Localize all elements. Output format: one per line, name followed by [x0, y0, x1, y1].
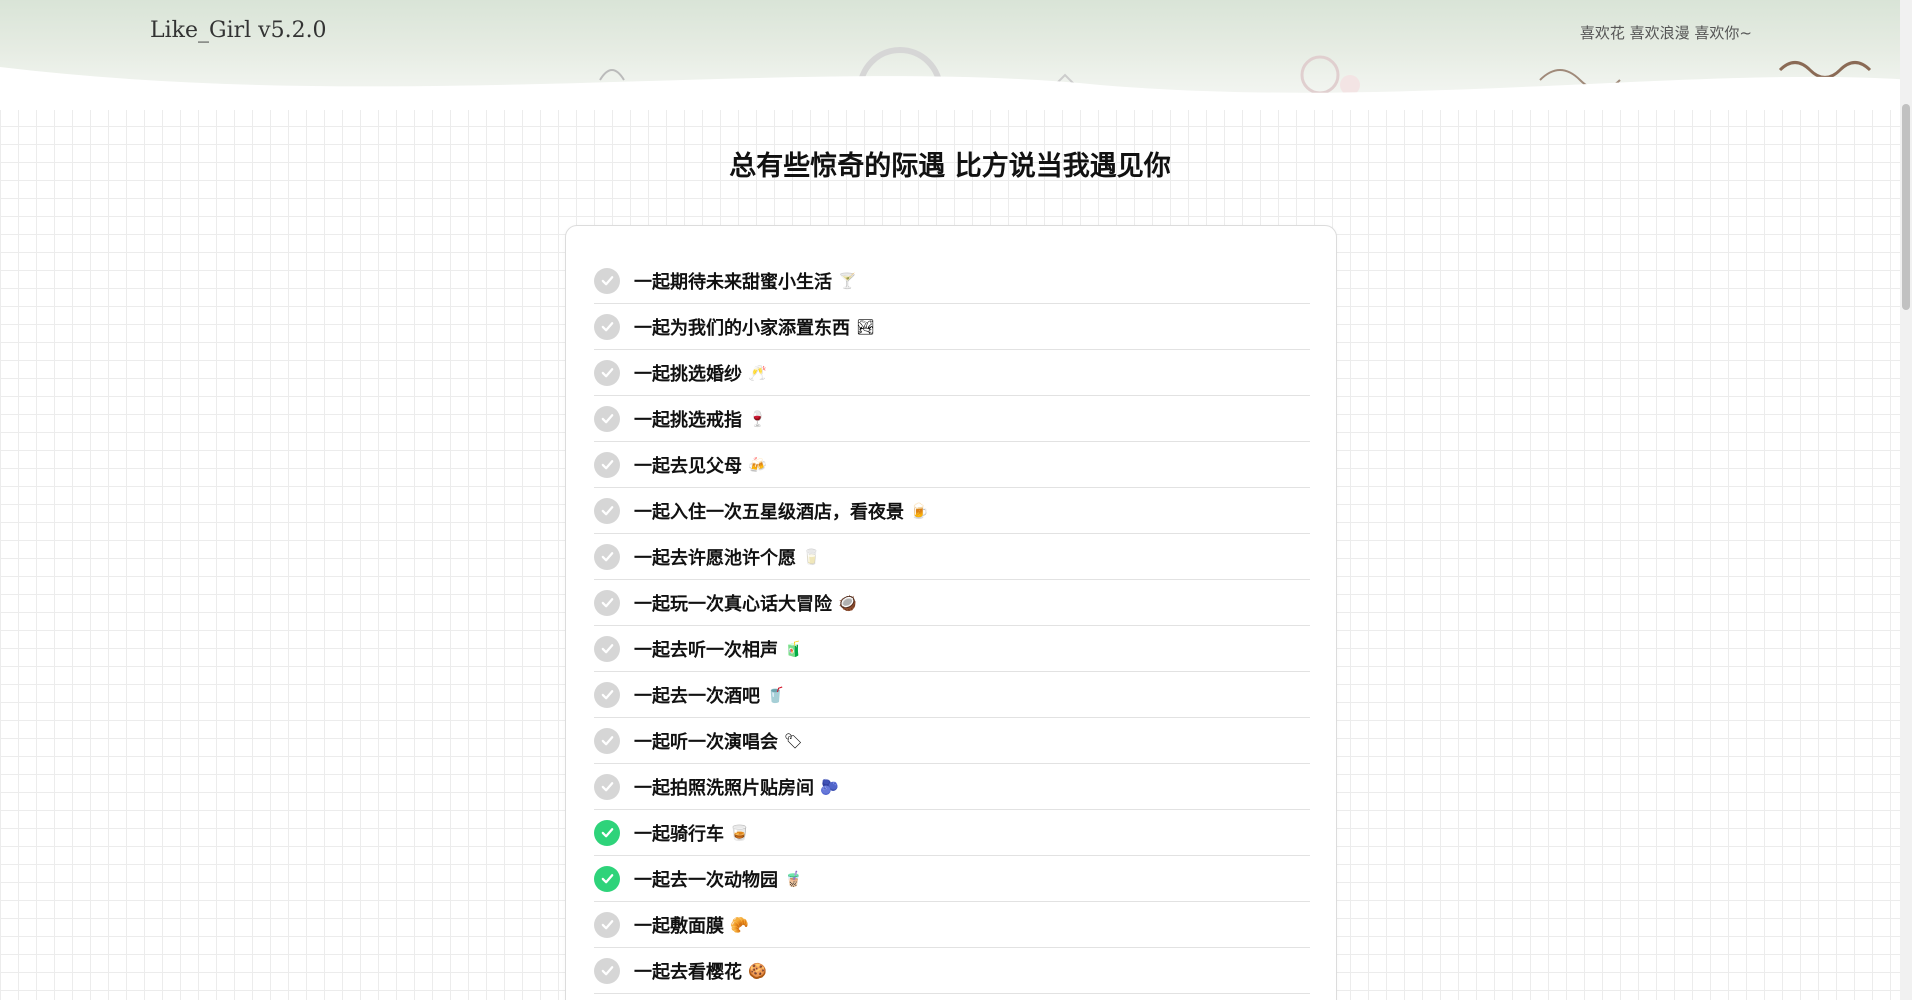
list-item[interactable]: 一起去许愿池许个愿 🥛: [594, 534, 1310, 580]
list-item-emoji: 🍸: [838, 271, 857, 290]
list-item-emoji: 🥂: [748, 363, 767, 382]
check-pending-icon: [594, 405, 620, 432]
list-item[interactable]: 一起去看樱花 🍪: [594, 948, 1310, 994]
list-item-emoji: 🍷: [748, 409, 767, 428]
list-item-text: 一起入住一次五星级酒店，看夜景: [634, 501, 904, 523]
check-pending-icon: [594, 911, 620, 938]
list-item-text: 一起去见父母: [634, 455, 742, 477]
list-item-text: 一起去一次酒吧: [634, 685, 760, 707]
header-wave: [0, 67, 1912, 110]
list-item-text: 一起挑选戒指: [634, 409, 742, 431]
list-item-text: 一起玩一次真心话大冒险: [634, 593, 832, 615]
list-item-emoji: 🏷: [784, 731, 804, 750]
list-item[interactable]: 一起去一次动物园 🧋: [594, 856, 1310, 902]
list-item-emoji: 🥐: [730, 915, 749, 934]
check-pending-icon: [594, 497, 620, 524]
list-item-emoji: 🥤: [766, 685, 785, 704]
list-item[interactable]: 一起敷面膜 🥐: [594, 902, 1310, 948]
list-item[interactable]: 一起拍照洗照片贴房间 🫐: [594, 764, 1310, 810]
list-item[interactable]: 一起挑选戒指 🍷: [594, 396, 1310, 442]
list-item[interactable]: 一起入住一次五星级酒店，看夜景 🍺: [594, 488, 1310, 534]
scrollbar[interactable]: [1900, 0, 1912, 1000]
wish-list-card: 一起期待未来甜蜜小生活 🍸 一起为我们的小家添置东西 🏞 一起挑选婚纱 🥂 一起挑选戒指 🍷 一…: [565, 225, 1337, 1000]
list-item-emoji: 🧃: [784, 639, 803, 658]
list-item[interactable]: 一起去听一次相声 🧃: [594, 626, 1310, 672]
scrollbar-thumb[interactable]: [1902, 104, 1910, 310]
list-item-text: 一起挑选婚纱: [634, 363, 742, 385]
wish-list: 一起期待未来甜蜜小生活 🍸 一起为我们的小家添置东西 🏞 一起挑选婚纱 🥂 一起挑选戒指 🍷 一…: [594, 258, 1310, 1000]
check-pending-icon: [594, 543, 620, 570]
list-item-emoji: 🍻: [748, 455, 767, 474]
check-pending-icon: [594, 957, 620, 984]
list-item[interactable]: [594, 994, 1310, 1000]
list-item-text: 一起去听一次相声: [634, 639, 778, 661]
check-pending-icon: [594, 727, 620, 754]
list-item[interactable]: 一起为我们的小家添置东西 🏞: [594, 304, 1310, 350]
list-item[interactable]: 一起骑行车 🥃: [594, 810, 1310, 856]
list-item-emoji: 🏞: [856, 317, 876, 336]
list-item-text: 一起去许愿池许个愿: [634, 547, 796, 569]
check-pending-icon: [594, 635, 620, 662]
list-item[interactable]: 一起去见父母 🍻: [594, 442, 1310, 488]
check-done-icon: [594, 865, 620, 892]
site-brand[interactable]: Like_Girl v5.2.0: [150, 18, 327, 43]
check-pending-icon: [594, 359, 620, 386]
list-item-emoji: 🧋: [784, 869, 803, 888]
list-item-text: 一起去看樱花: [634, 961, 742, 983]
list-item-text: 一起骑行车: [634, 823, 724, 845]
list-item-text: 一起听一次演唱会: [634, 731, 778, 753]
site-tagline: 喜欢花 喜欢浪漫 喜欢你~: [1579, 24, 1752, 42]
check-done-icon: [594, 819, 620, 846]
list-item-emoji: 🥛: [802, 547, 821, 566]
check-pending-icon: [594, 589, 620, 616]
list-item-emoji: 🥃: [730, 823, 749, 842]
check-pending-icon: [594, 451, 620, 478]
list-item-text: 一起为我们的小家添置东西: [634, 317, 850, 339]
list-item[interactable]: 一起挑选婚纱 🥂: [594, 350, 1310, 396]
list-item-emoji: 🍪: [748, 961, 767, 980]
list-item-text: 一起拍照洗照片贴房间: [634, 777, 814, 799]
page-title: 总有些惊奇的际遇 比方说当我遇见你: [729, 151, 1171, 182]
check-pending-icon: [594, 313, 620, 340]
list-item[interactable]: 一起听一次演唱会 🏷: [594, 718, 1310, 764]
list-item[interactable]: 一起去一次酒吧 🥤: [594, 672, 1310, 718]
list-item-emoji: 🍺: [910, 501, 929, 520]
list-item-text: 一起去一次动物园: [634, 869, 778, 891]
check-pending-icon: [594, 267, 620, 294]
list-item[interactable]: 一起玩一次真心话大冒险 🥥: [594, 580, 1310, 626]
list-item-emoji: 🫐: [820, 777, 839, 796]
list-item-text: 一起期待未来甜蜜小生活: [634, 271, 832, 293]
list-item[interactable]: 一起期待未来甜蜜小生活 🍸: [594, 258, 1310, 304]
site-header: Like_Girl v5.2.0 喜欢花 喜欢浪漫 喜欢你~: [0, 0, 1912, 110]
check-pending-icon: [594, 773, 620, 800]
list-item-text: 一起敷面膜: [634, 915, 724, 937]
list-item-emoji: 🥥: [838, 593, 857, 612]
check-pending-icon: [594, 681, 620, 708]
